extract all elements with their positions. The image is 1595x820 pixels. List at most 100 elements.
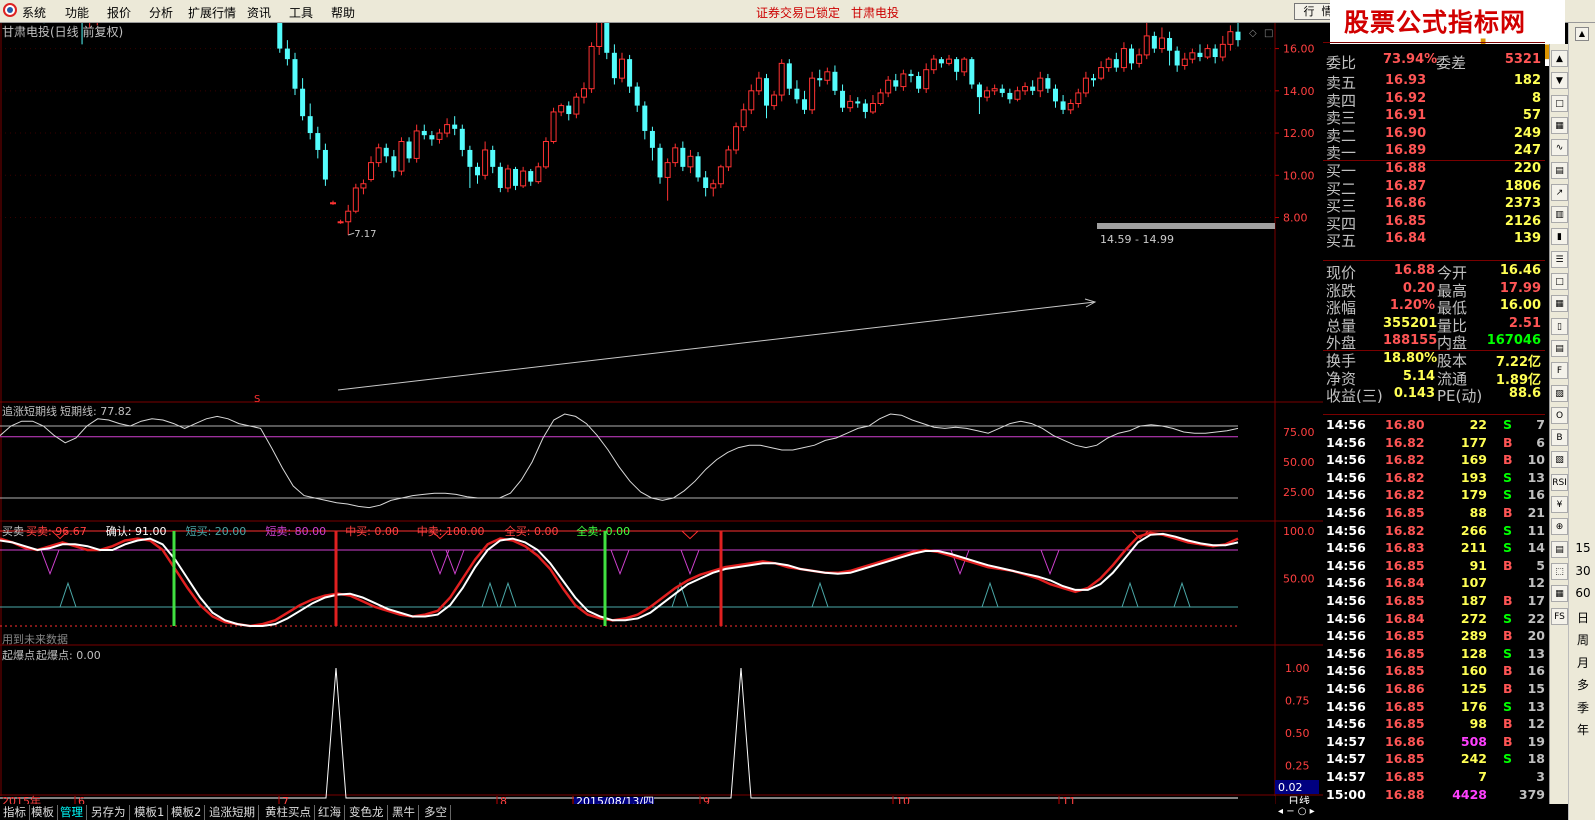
kline-chart-area[interactable]: 22.0020.0018.0016.0014.0012.0010.008.00甘… [0, 23, 1323, 804]
candle-body-down [292, 59, 298, 89]
candle-body-down [862, 103, 868, 112]
toolbar-button[interactable]: B [1551, 429, 1568, 447]
orderbook-price: 16.88 [1385, 161, 1427, 176]
ind1-value: 短期线: 77.82 [60, 404, 132, 418]
ind3-value: 起爆点: 0.00 [36, 648, 101, 662]
toolbar-button[interactable]: ↗ [1551, 183, 1568, 201]
candle-body-down [490, 149, 496, 167]
menu-3[interactable]: 分析 [149, 4, 173, 21]
bottom-tab[interactable]: 模板2 [168, 805, 206, 820]
toolbar-button[interactable]: F [1551, 362, 1568, 380]
toolbar-button[interactable]: RSI [1551, 473, 1568, 491]
candle-body-up [360, 183, 367, 189]
tick-side: S [1503, 522, 1513, 538]
bottom-tab[interactable]: 模板1 [131, 805, 169, 820]
menu-1[interactable]: 功能 [65, 4, 89, 21]
tick-price: 16.88 [1385, 786, 1425, 802]
bottom-tab[interactable]: 追涨短期 [206, 805, 259, 820]
toolbar-button[interactable]: ▲ [1551, 50, 1568, 67]
toolbar-button[interactable]: ▼ [1551, 72, 1568, 90]
toolbar-button[interactable]: ⊕ [1551, 518, 1568, 536]
ticks-divider [1323, 414, 1545, 415]
bottom-tab[interactable]: 红海 [315, 805, 345, 820]
period-button[interactable]: 30 [1573, 564, 1593, 578]
tick-time: 14:56 [1326, 557, 1366, 573]
bottom-tab[interactable]: 管理 [57, 805, 87, 820]
menu-2[interactable]: 报价 [107, 4, 131, 21]
toolbar-button[interactable]: ▤ [1551, 540, 1568, 558]
candle-body-down [855, 101, 861, 104]
toolbar-button[interactable]: ▤ [1551, 339, 1568, 357]
toolbar-button[interactable]: □ [1551, 273, 1568, 290]
stat-value: 188155 [1383, 333, 1438, 349]
toolbar-button[interactable]: ▦ [1551, 116, 1568, 134]
short-buy-marker [1173, 581, 1191, 608]
future-data-note: 用到未来数据 [2, 632, 68, 646]
candle-body-up [900, 73, 907, 88]
tick-time: 14:56 [1326, 540, 1366, 556]
tick-price: 16.84 [1385, 575, 1425, 591]
menu-7[interactable]: 帮助 [331, 4, 355, 21]
toolbar-button[interactable]: ∿ [1551, 139, 1568, 157]
toolbar-button[interactable]: ▤ [1551, 161, 1568, 179]
candle-body-down [627, 59, 633, 87]
period-button[interactable]: 月 [1573, 654, 1593, 671]
bottom-tab[interactable]: 指标 [0, 805, 30, 820]
toolbar-button[interactable]: ▧ [1551, 451, 1568, 469]
candle-body-up [847, 100, 854, 109]
short-sell-marker [680, 549, 700, 576]
candle-body-up [1204, 48, 1211, 58]
bottom-tab[interactable]: 黑牛 [389, 805, 419, 820]
candle-body-down [277, 23, 283, 49]
bottom-tab[interactable]: 黄柱买点 [262, 805, 315, 820]
toolbar-button[interactable]: ▦ [1551, 295, 1568, 313]
period-button[interactable]: 周 [1573, 631, 1593, 648]
toolbar-button[interactable]: O [1551, 406, 1568, 424]
app-logo-icon [3, 3, 17, 17]
zoom-controls[interactable]: ◂ − ○ ▸ [1278, 806, 1323, 820]
toolbar-button[interactable]: ¥ [1551, 496, 1568, 513]
toolbar-button[interactable]: ▮ [1551, 228, 1568, 246]
bottom-tab[interactable]: 模板 [28, 805, 58, 820]
date-axis-label: 2015/08/13/四 [576, 795, 654, 804]
period-button[interactable]: 年 [1573, 721, 1593, 738]
toolbar-button[interactable]: FS [1551, 607, 1568, 625]
scroll-up-icon[interactable]: ▲ [1575, 27, 1589, 41]
bottom-tab[interactable]: 另存为 [88, 805, 130, 820]
candle-body-down [467, 149, 473, 167]
bottom-tab[interactable]: 变色龙 [346, 805, 388, 820]
tick-count: 12 [1527, 716, 1545, 732]
short-buy-marker [59, 581, 77, 608]
toolbar-button[interactable]: ☰ [1551, 250, 1568, 268]
candle-body-up [573, 96, 580, 115]
toolbar-button[interactable]: □ [1551, 94, 1568, 112]
low-price-label: 7.17 [354, 229, 376, 240]
candle-body-up [877, 92, 884, 104]
menu-0[interactable]: 系统 [22, 4, 46, 21]
period-button[interactable]: 60 [1573, 586, 1593, 600]
tick-side: S [1503, 487, 1513, 503]
orderbook-price: 16.89 [1385, 143, 1427, 159]
menu-4[interactable]: 扩展行情 [188, 4, 236, 21]
toolbar-button[interactable]: ▨ [1551, 384, 1568, 402]
tick-side: S [1503, 698, 1513, 714]
toolbar-button[interactable]: ▯ [1551, 317, 1568, 335]
toolbar-button[interactable]: ⬚ [1551, 562, 1568, 580]
candle-body-up [1098, 67, 1105, 79]
short-buy-marker [1121, 581, 1139, 608]
period-button[interactable]: 15 [1573, 541, 1593, 555]
tick-volume: 179 [1460, 487, 1487, 503]
tick-price: 16.82 [1385, 487, 1425, 503]
orderbook-price: 16.93 [1385, 73, 1427, 88]
menu-5[interactable]: 资讯 [247, 4, 271, 21]
menu-6[interactable]: 工具 [289, 4, 313, 21]
tick-side: B [1503, 716, 1513, 732]
period-button[interactable]: 多 [1573, 676, 1593, 693]
tick-time: 14:56 [1326, 663, 1366, 679]
toolbar-button[interactable]: ▥ [1551, 206, 1568, 224]
period-button[interactable]: 日 [1573, 609, 1593, 626]
toolbar-button[interactable]: ▦ [1551, 585, 1568, 603]
candle-body-up [337, 221, 344, 224]
period-button[interactable]: 季 [1573, 699, 1593, 716]
bottom-tab[interactable]: 多空 [421, 805, 451, 820]
